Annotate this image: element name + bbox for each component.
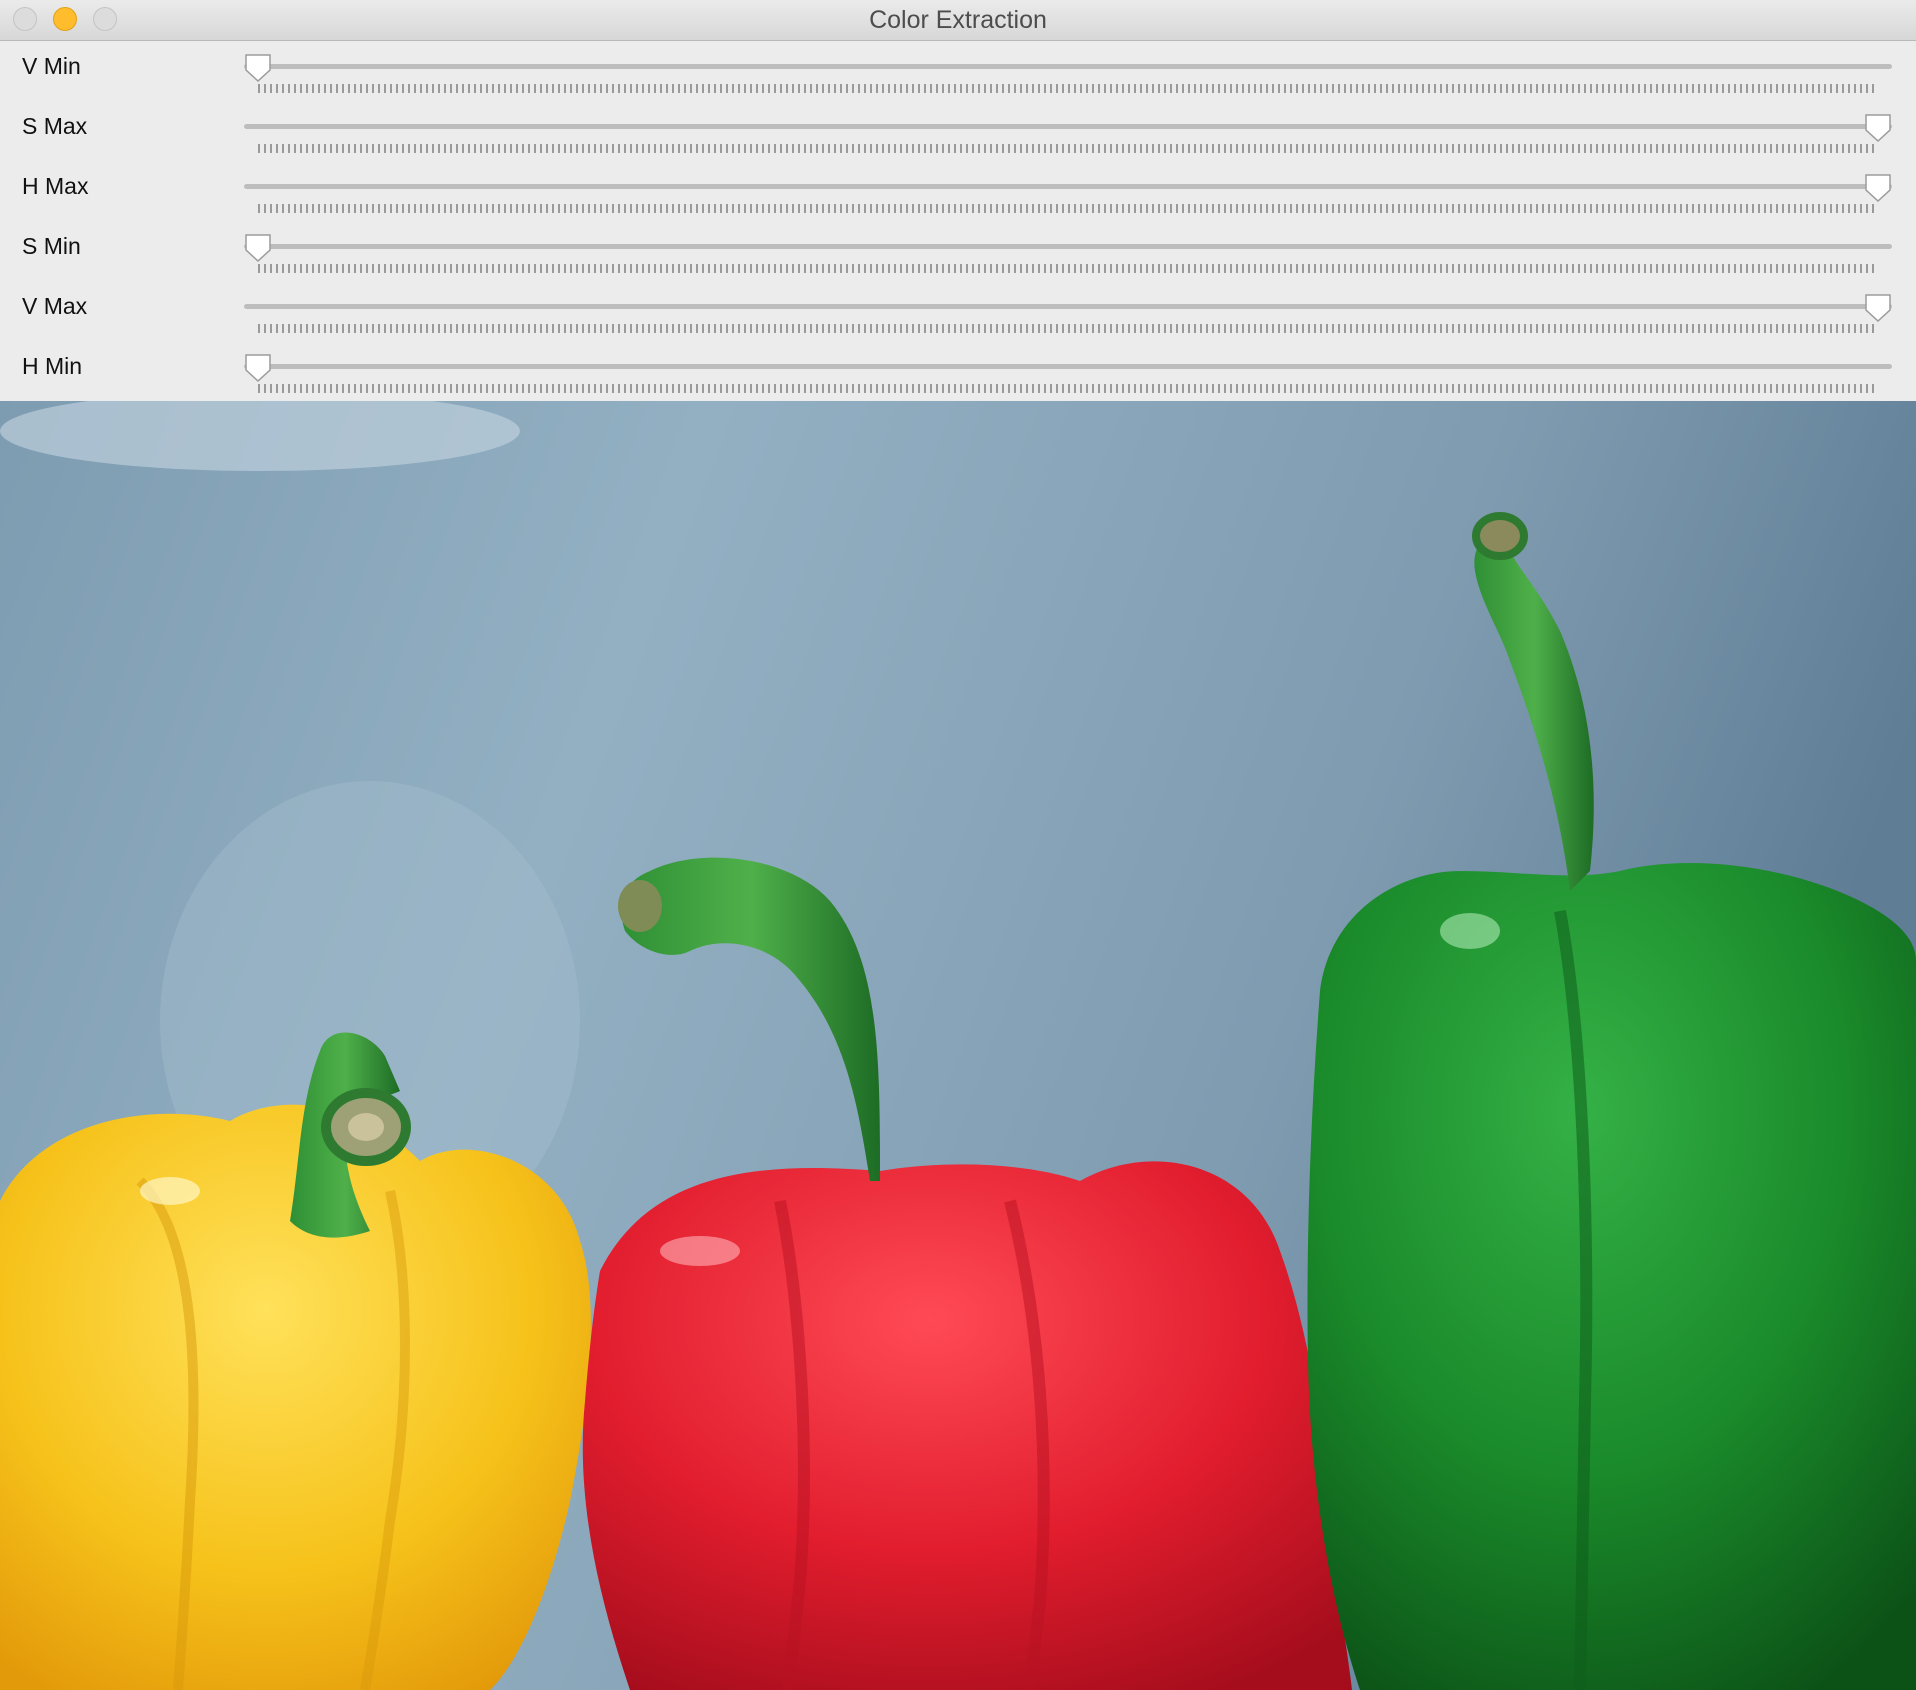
- window-title: Color Extraction: [869, 6, 1047, 34]
- slider-track: [244, 304, 1892, 309]
- h-min-slider[interactable]: [244, 341, 1892, 401]
- v-min-slider[interactable]: [244, 41, 1892, 101]
- slider-thumb[interactable]: [1863, 293, 1893, 323]
- slider-ticks: [258, 144, 1878, 153]
- slider-thumb[interactable]: [243, 53, 273, 83]
- slider-label: V Min: [22, 53, 81, 79]
- slider-label: S Max: [22, 113, 88, 139]
- h-max-slider[interactable]: [244, 161, 1892, 221]
- slider-label: V Max: [22, 293, 88, 319]
- slider-label: H Min: [22, 353, 83, 379]
- slider-track: [244, 364, 1892, 369]
- slider-row-s-min: S Min: [0, 221, 1916, 281]
- slider-panel: V Min S Max H Max S Min V Max H Min: [0, 41, 1916, 401]
- slider-thumb[interactable]: [1863, 173, 1893, 203]
- slider-ticks: [258, 204, 1878, 213]
- slider-row-h-min: H Min: [0, 341, 1916, 401]
- slider-track: [244, 124, 1892, 129]
- slider-ticks: [258, 264, 1878, 273]
- slider-label: H Max: [22, 173, 89, 199]
- slider-track: [244, 184, 1892, 189]
- slider-ticks: [258, 84, 1878, 93]
- slider-ticks: [258, 384, 1878, 393]
- slider-row-v-min: V Min: [0, 41, 1916, 101]
- title-bar: Color Extraction: [0, 0, 1916, 41]
- slider-ticks: [258, 324, 1878, 333]
- slider-row-v-max: V Max: [0, 281, 1916, 341]
- v-max-slider[interactable]: [244, 281, 1892, 341]
- slider-label: S Min: [22, 233, 81, 259]
- slider-track: [244, 244, 1892, 249]
- slider-track: [244, 64, 1892, 69]
- slider-row-s-max: S Max: [0, 101, 1916, 161]
- s-max-slider[interactable]: [244, 101, 1892, 161]
- app-window: Color Extraction V Min S Max H Max S Min…: [0, 0, 1916, 1690]
- slider-thumb[interactable]: [243, 353, 273, 383]
- slider-row-h-max: H Max: [0, 161, 1916, 221]
- peppers-image: [0, 401, 1916, 1690]
- s-min-slider[interactable]: [244, 221, 1892, 281]
- slider-thumb[interactable]: [243, 233, 273, 263]
- slider-thumb[interactable]: [1863, 113, 1893, 143]
